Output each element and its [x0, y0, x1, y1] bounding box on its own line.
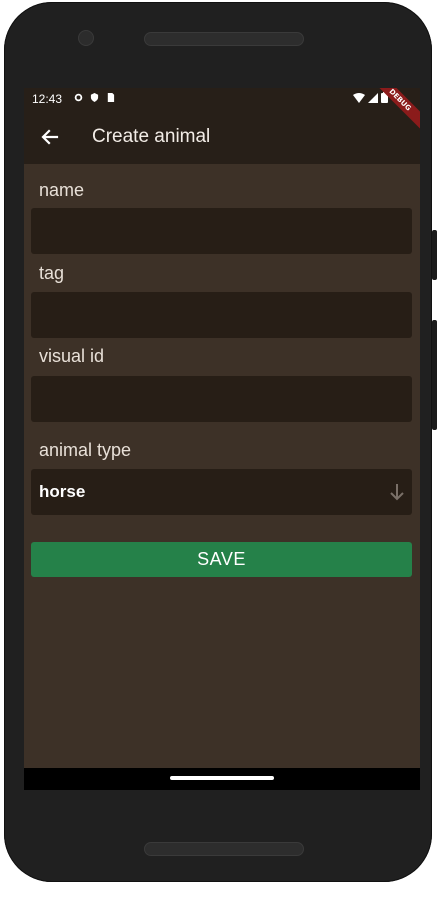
tag-input[interactable]	[31, 292, 412, 338]
animal-type-value: horse	[39, 482, 86, 501]
status-time: 12:43	[32, 92, 63, 106]
shield-icon	[90, 93, 99, 102]
settings-icon	[74, 93, 83, 102]
back-button[interactable]	[36, 123, 64, 151]
arrow-back-icon	[41, 129, 59, 145]
power-button	[432, 320, 437, 430]
name-input[interactable]	[31, 208, 412, 254]
top-speaker	[144, 32, 304, 46]
home-handle[interactable]	[170, 776, 274, 780]
navigation-bar	[24, 768, 420, 790]
signal-icon	[368, 93, 378, 103]
phone-frame: 12:43 Create animal DEBUG name tag visua…	[4, 2, 432, 882]
visual-id-label: visual id	[39, 346, 105, 366]
app-bar: Create animal	[24, 110, 420, 164]
wifi-icon	[353, 93, 365, 103]
animal-type-dropdown[interactable]: horse	[31, 469, 412, 515]
name-label: name	[39, 180, 85, 200]
screen: 12:43 Create animal DEBUG name tag visua…	[24, 88, 420, 790]
tag-label: tag	[39, 263, 65, 283]
volume-button	[432, 230, 437, 280]
visual-id-input[interactable]	[31, 376, 412, 422]
sim-card-icon	[107, 93, 115, 102]
bottom-speaker	[144, 842, 304, 856]
save-button[interactable]: SAVE	[31, 542, 412, 577]
front-camera	[78, 30, 94, 46]
page-title: Create animal	[92, 126, 211, 147]
status-bar: 12:43	[24, 88, 420, 110]
animal-type-label: animal type	[39, 440, 132, 460]
arrow-down-icon	[390, 484, 404, 501]
